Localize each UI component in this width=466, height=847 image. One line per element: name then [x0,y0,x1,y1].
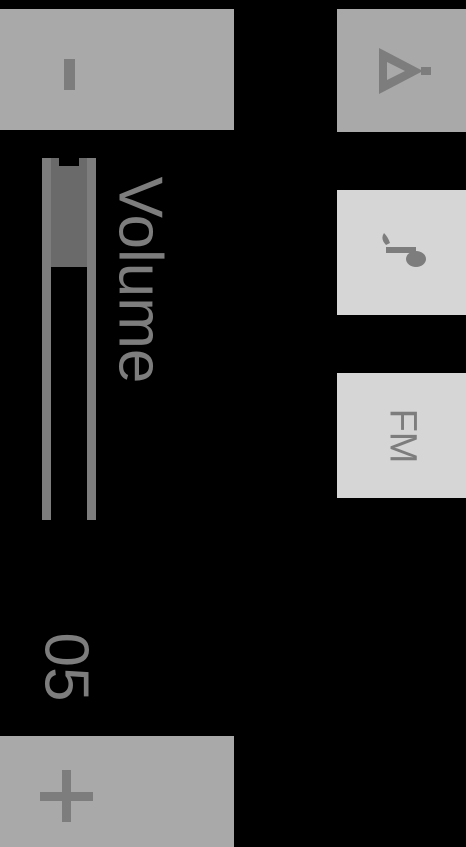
bell-icon [378,47,431,94]
volume-up-button[interactable] [0,736,234,847]
volume-slider-fill [51,158,87,267]
alarm-button[interactable] [337,9,466,132]
radio-screen: Volume 05 FM [0,0,466,847]
plus-icon-bar [40,792,93,801]
volume-slider[interactable] [42,158,96,520]
volume-label: Volume [105,176,175,384]
volume-down-button[interactable] [0,9,234,130]
volume-value: 05 [31,632,101,702]
music-note-icon [381,232,426,267]
minus-icon [64,59,75,90]
volume-slider-handle[interactable] [59,158,79,166]
fm-button[interactable]: FM [337,373,466,498]
music-button[interactable] [337,190,466,315]
fm-label: FM [381,408,423,463]
